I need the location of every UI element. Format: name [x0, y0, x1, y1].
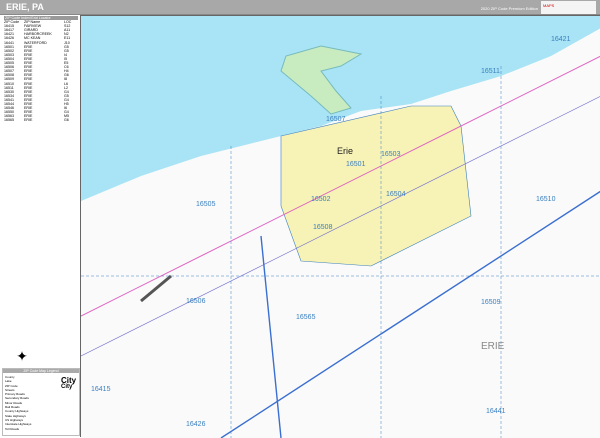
zip-label-16507: 16507 [326, 116, 346, 123]
city-legend: City City [61, 377, 76, 391]
zip-label-16441: 16441 [486, 408, 506, 415]
zip-label-16426: 16426 [186, 421, 206, 428]
zip-label-16510: 16510 [536, 196, 556, 203]
zip-label-16505: 16505 [196, 201, 216, 208]
table-row: 16565 ERIE G6 [4, 118, 78, 122]
zip-label-16511: 16511 [481, 68, 500, 75]
map-svg [81, 16, 600, 438]
logo-text: MAPS [543, 3, 555, 8]
city-label-sample: City [61, 376, 77, 385]
zip-label-16501: 16501 [346, 161, 366, 168]
map-legend: ZIP Code Map Legend County Lake ZIP Code St… [2, 368, 80, 436]
compass-rose-icon: ✦ [16, 348, 28, 364]
table-cell: G6 [64, 118, 69, 123]
zip-label-16504: 16504 [386, 191, 406, 198]
city-label-sample: City [61, 384, 73, 390]
zip-label-16421: 16421 [551, 36, 571, 43]
table-cell: ERIE [24, 118, 33, 123]
zip-label-16509: 16509 [481, 299, 501, 306]
map-canvas[interactable]: 16421 16511 16507 16503 16505 16502 16504 16501… [16, 15, 600, 438]
publisher-logo: MAPS [541, 1, 596, 14]
map-title: ERIE, PA [6, 2, 44, 12]
table-cell: 16565 [4, 118, 14, 123]
zip-label-16503: 16503 [381, 151, 401, 158]
zip-label-16502: 16502 [311, 196, 331, 203]
legend-item: Toll Roads [5, 426, 20, 431]
edition-label: 2020 ZIP Code Premium Edition [480, 6, 538, 11]
header: ERIE, PA 2020 ZIP Code Premium Edition M… [0, 0, 600, 15]
zip-label-16506: 16506 [186, 298, 206, 305]
zip-label-16415: 16415 [91, 386, 111, 393]
zip-label-16508: 16508 [313, 224, 333, 231]
county-label: ERIE [481, 341, 505, 352]
city-label-erie: Erie [337, 146, 354, 156]
zip-label-16565: 16565 [296, 314, 316, 321]
zip-index-table: ZIP Code Index/Grid Locator ZIP Code ZIP N… [4, 16, 78, 122]
